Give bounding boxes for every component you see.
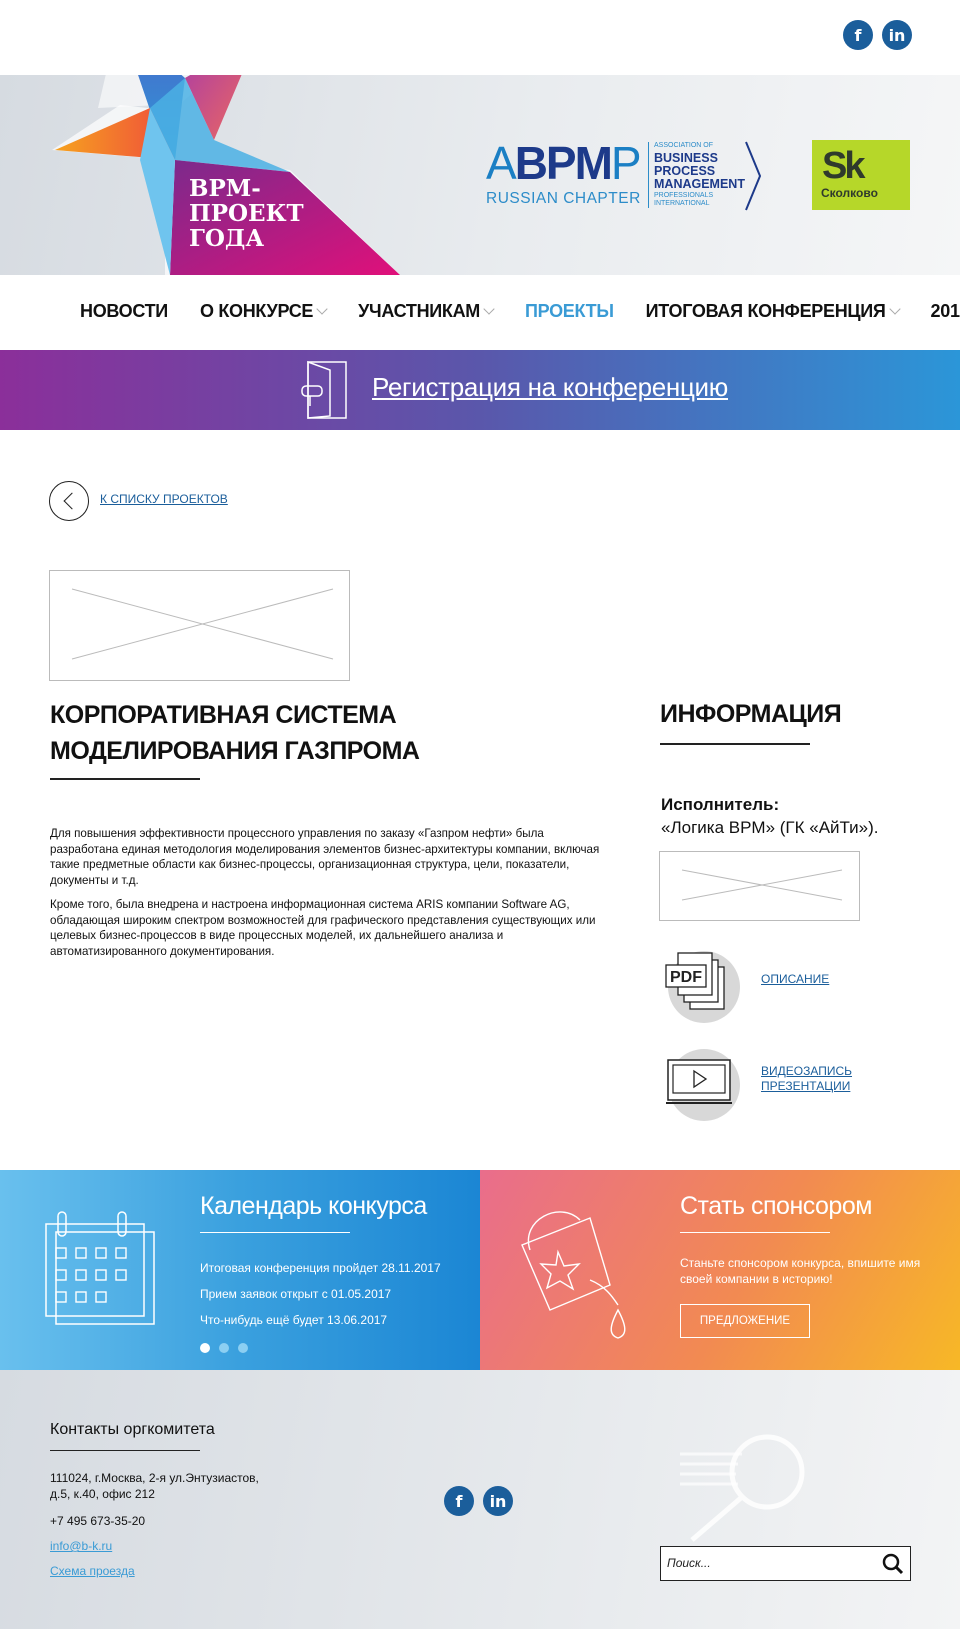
calendar-underline (200, 1232, 350, 1233)
search-input[interactable] (667, 1547, 867, 1579)
nav-item-conference[interactable]: ИТОГОВАЯ КОНФЕРЕНЦИЯ (646, 301, 901, 322)
calendar-icon (45, 1211, 155, 1325)
abpmp-assoc: ASSOCIATION OF (654, 142, 713, 149)
slider-dot-1[interactable] (200, 1343, 210, 1353)
footer-phone: +7 495 673-35-20 (50, 1514, 146, 1528)
sponsor-block: Стать спонсором Станьте спонсором конкур… (480, 1170, 960, 1370)
pdf-badge-text: PDF (670, 969, 702, 986)
facebook-icon[interactable]: f (444, 1486, 474, 1516)
calendar-item: Что-нибудь ещё будет 13.06.2017 (200, 1313, 388, 1327)
abpmp-logo[interactable]: ABPMP RUSSIAN CHAPTER ASSOCIATION OF BUS… (486, 140, 766, 212)
skolkovo-logo[interactable]: Sk Сколково (812, 140, 910, 210)
logo-line-3: ГОДА (189, 225, 265, 252)
title-underline (50, 778, 200, 780)
footer-underline (50, 1450, 200, 1451)
nav-item-news[interactable]: НОВОСТИ (80, 301, 168, 322)
footer-map-link[interactable]: Схема проезда (50, 1564, 135, 1578)
sponsor-underline (680, 1232, 830, 1233)
project-description: Для повышения эффективности процессного … (50, 826, 610, 968)
search-box (660, 1546, 911, 1581)
paint-bucket-icon (521, 1211, 626, 1339)
sk-name: Сколково (821, 186, 878, 200)
description-paragraph-1: Для повышения эффективности процессного … (50, 827, 600, 887)
sk-mark: Sk (822, 145, 866, 187)
linkedin-icon[interactable]: in (882, 20, 912, 50)
header-banner: BPM- ПРОЕКТ ГОДА ABPMP RUSSIAN CHAPTER A… (0, 75, 960, 275)
chevron-right-icon (745, 141, 762, 211)
abpmp-letters: ABPMP (486, 137, 642, 189)
nav-items: НОВОСТИ О КОНКУРСЕ УЧАСТНИКАМ ПРОЕКТЫ ИТ… (80, 301, 960, 322)
abpmp-pi: PROFESSIONALS INTERNATIONAL (654, 192, 714, 207)
project-title: КОРПОРАТИВНАЯ СИСТЕМА МОДЕЛИРОВАНИЯ ГАЗП… (50, 701, 420, 765)
calendar-block: Календарь конкурса Итоговая конференция … (0, 1170, 480, 1370)
facebook-icon[interactable]: f (843, 20, 873, 50)
calendar-items: Итоговая конференция пройдет 28.11.2017 … (200, 1255, 441, 1333)
main-nav: НОВОСТИ О КОНКУРСЕ УЧАСТНИКАМ ПРОЕКТЫ ИТ… (0, 275, 960, 350)
logo-line-2: ПРОЕКТ (189, 200, 304, 227)
sponsor-offer-button[interactable]: ПРЕДЛОЖЕНИЕ (680, 1304, 810, 1338)
abpmp-chapter: RUSSIAN CHAPTER (486, 190, 641, 207)
executor-logo-placeholder (659, 851, 860, 921)
slider-dot-2[interactable] (219, 1343, 229, 1353)
video-icon[interactable] (664, 1043, 746, 1121)
calendar-title: Календарь конкурса (200, 1192, 427, 1220)
nav-item-about[interactable]: О КОНКУРСЕ (200, 301, 328, 322)
chevron-down-icon (316, 303, 328, 315)
magnifier-decor-icon (680, 1434, 805, 1542)
sponsor-text: Станьте спонсором конкурса, впишите имя … (680, 1256, 921, 1286)
social-links: f in (843, 20, 912, 50)
door-icon (301, 360, 347, 419)
footer-address: 111024, г.Москва, 2-я ул.Энтузиастов, д.… (50, 1471, 259, 1501)
project-image-placeholder (49, 570, 350, 681)
slider-dots (200, 1343, 248, 1353)
search-icon[interactable] (882, 1553, 904, 1575)
executor-value: «Логика BPM» (ГК «АйТи»). (661, 818, 879, 837)
footer-social-links: f in (444, 1486, 513, 1516)
nav-item-participants[interactable]: УЧАСТНИКАМ (358, 301, 495, 322)
abpmp-divider (648, 142, 649, 208)
slider-dot-3[interactable] (238, 1343, 248, 1353)
placeholder-icon (71, 588, 334, 660)
logo-text: BPM- ПРОЕКТ ГОДА (189, 176, 304, 251)
register-link[interactable]: Регистрация на конференцию (372, 372, 728, 403)
footer-title: Контакты оргкомитета (50, 1421, 215, 1438)
sponsor-title: Стать спонсором (680, 1192, 872, 1220)
executor-label: Исполнитель: (661, 795, 780, 814)
description-file-link[interactable]: ОПИСАНИЕ (761, 972, 829, 987)
footer: Контакты оргкомитета 111024, г.Москва, 2… (0, 1370, 960, 1629)
nav-item-year[interactable]: 2017 (931, 301, 960, 322)
back-to-projects-link[interactable]: К СПИСКУ ПРОЕКТОВ (100, 492, 228, 506)
video-player-icon (666, 1059, 732, 1104)
logo-line-1: BPM- (189, 175, 261, 202)
chevron-down-icon (888, 303, 901, 315)
calendar-item: Прием заявок открыт с 01.05.2017 (200, 1287, 392, 1301)
description-paragraph-2: Кроме того, была внедрена и настроена ин… (50, 898, 596, 958)
pdf-icon[interactable]: PDF (664, 945, 746, 1023)
nav-item-projects[interactable]: ПРОЕКТЫ (525, 301, 614, 322)
abpmp-bpm: BUSINESS PROCESS MANAGEMENT (654, 151, 745, 191)
top-bar: f in (0, 0, 960, 75)
footer-email-link[interactable]: info@b-k.ru (50, 1539, 112, 1553)
register-banner: Регистрация на конференцию (0, 350, 960, 430)
back-arrow-icon[interactable] (49, 481, 89, 521)
placeholder-icon (681, 869, 843, 901)
linkedin-icon[interactable]: in (483, 1486, 513, 1516)
chevron-down-icon (483, 303, 495, 315)
info-underline (660, 743, 810, 745)
info-title: ИНФОРМАЦИЯ (660, 700, 842, 728)
pdf-document-icon: PDF (665, 952, 725, 1010)
calendar-item: Итоговая конференция пройдет 28.11.2017 (200, 1261, 441, 1275)
video-file-link[interactable]: ВИДЕОЗАПИСЬ ПРЕЗЕНТАЦИИ (761, 1064, 852, 1094)
